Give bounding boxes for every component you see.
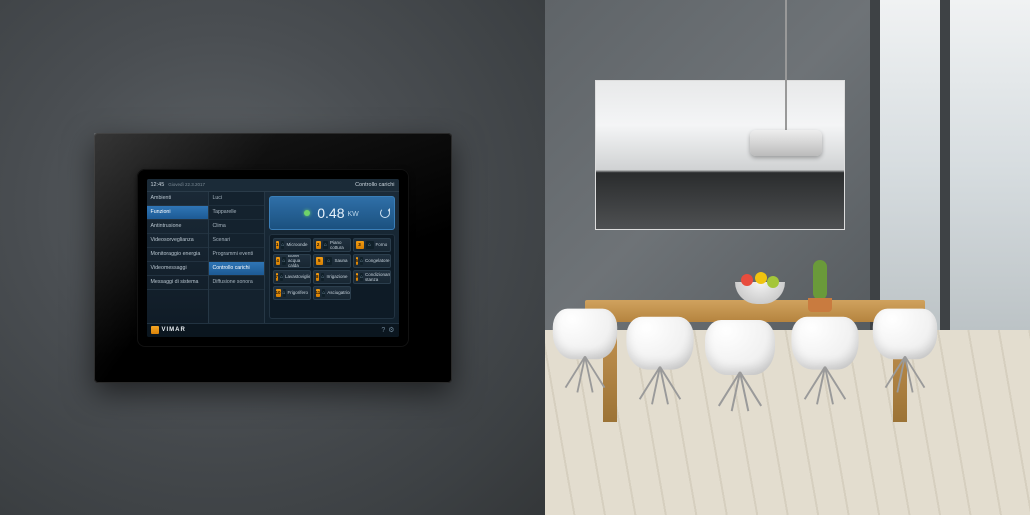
chair [705, 320, 775, 410]
appliance-icon: ⌂ [366, 241, 374, 249]
content-area: 0.48 KW 1⌂Microonde2⌂Piano cottura3⌂Forn… [265, 192, 399, 323]
function-controllo-carichi[interactable]: Controllo carichi [209, 262, 264, 276]
appliance-icon: ⌂ [281, 241, 284, 249]
load-label: Condizionamento stanza [365, 272, 390, 282]
chair [873, 309, 937, 392]
load-item[interactable]: 7⌂Lavastoviglie [273, 270, 311, 284]
load-label: Lavastoviglie [285, 274, 310, 279]
cactus-plant [813, 260, 827, 300]
main-sidebar: Ambienti Funzioni Antintrusione Videosor… [147, 192, 209, 323]
power-unit: KW [347, 211, 358, 218]
sidebar-item-videosorveglianza[interactable]: Videosorveglianza [147, 234, 208, 248]
load-priority-badge: 7 [276, 273, 279, 281]
load-item[interactable]: 2⌂Piano cottura [313, 238, 351, 252]
room-floor [545, 330, 1030, 515]
load-priority-badge: 9 [356, 273, 359, 281]
page-title: Controllo carichi [355, 182, 394, 188]
function-programmi-eventi[interactable]: Programmi eventi [209, 248, 264, 262]
sidebar-item-ambienti[interactable]: Ambienti [147, 192, 208, 206]
load-priority-badge: 8 [316, 273, 319, 281]
load-item[interactable]: 10⌂Frigorifero [273, 286, 311, 300]
load-item[interactable]: 4⌂Boiler acqua calda [273, 254, 311, 268]
load-item[interactable]: 6⌂Congelatore [353, 254, 391, 268]
bottom-bar: VIMAR ? ⚙ [147, 323, 399, 337]
load-priority-badge: 5 [316, 257, 323, 265]
chair [791, 317, 858, 403]
appliance-icon: ⌂ [283, 289, 286, 297]
function-clima[interactable]: Clima [209, 220, 264, 234]
brand-logo-icon [151, 326, 159, 334]
load-priority-badge: 1 [276, 241, 279, 249]
function-luci[interactable]: Luci [209, 192, 264, 206]
load-priority-badge: 3 [356, 241, 364, 249]
top-bar: 12:45 Giovedì 22.3.2017 Controllo carich… [147, 179, 399, 192]
settings-icon[interactable]: ⚙ [388, 326, 394, 334]
load-priority-badge: 2 [316, 241, 321, 249]
appliance-icon: ⌂ [280, 273, 283, 281]
brand-name: VIMAR [162, 327, 186, 333]
room-window [870, 0, 1030, 330]
clock-time: 12:45 [151, 182, 165, 188]
load-priority-badge: 6 [356, 257, 359, 265]
load-item[interactable]: 3⌂Forno [353, 238, 391, 252]
load-label: Microonde [286, 242, 307, 247]
power-consumption-card[interactable]: 0.48 KW [269, 196, 395, 230]
appliance-icon: ⌂ [325, 257, 332, 265]
load-label: Asciugatrice [327, 290, 350, 295]
clock-date: Giovedì 22.3.2017 [168, 182, 205, 187]
load-label: Piano cottura [330, 240, 347, 250]
appliance-icon: ⌂ [360, 257, 363, 265]
appliance-icon: ⌂ [323, 241, 328, 249]
pendant-lamp [785, 0, 787, 130]
status-indicator-icon [304, 210, 310, 216]
sidebar-item-monitoraggio-energia[interactable]: Monitoraggio energia [147, 248, 208, 262]
load-label: Forno [376, 242, 388, 247]
load-item[interactable]: 1⌂Microonde [273, 238, 311, 252]
load-item[interactable]: 9⌂Condizionamento stanza [353, 270, 391, 284]
room-scene [545, 0, 1030, 515]
load-label: Congelatore [365, 258, 390, 263]
load-priority-badge: 11 [316, 289, 321, 297]
functions-list: Luci Tapparelle Clima Scenari Programmi … [209, 192, 265, 323]
chair [553, 309, 617, 392]
load-item[interactable]: 11⌂Asciugatrice [313, 286, 351, 300]
wall-background: 12:45 Giovedì 22.3.2017 Controllo carich… [0, 0, 545, 515]
appliance-icon: ⌂ [282, 257, 286, 265]
load-label: Boiler acqua calda [288, 254, 308, 268]
function-tapparelle[interactable]: Tapparelle [209, 206, 264, 220]
load-label: Frigorifero [288, 290, 309, 295]
sidebar-item-antintrusione[interactable]: Antintrusione [147, 220, 208, 234]
load-item[interactable]: 5⌂Sauna [313, 254, 351, 268]
screen-bezel: 12:45 Giovedì 22.3.2017 Controllo carich… [137, 169, 409, 347]
appliance-icon: ⌂ [360, 273, 363, 281]
load-priority-badge: 4 [276, 257, 280, 265]
function-scenari[interactable]: Scenari [209, 234, 264, 248]
sidebar-item-videomessaggi[interactable]: Videomessaggi [147, 262, 208, 276]
refresh-icon[interactable] [380, 208, 390, 218]
help-icon[interactable]: ? [381, 327, 385, 334]
sidebar-item-messaggi-sistema[interactable]: Messaggi di sistema [147, 276, 208, 290]
load-priority-badge: 10 [276, 289, 281, 297]
chair [626, 317, 693, 403]
load-label: Sauna [334, 258, 347, 263]
loads-grid: 1⌂Microonde2⌂Piano cottura3⌂Forno4⌂Boile… [269, 234, 395, 319]
screen: 12:45 Giovedì 22.3.2017 Controllo carich… [147, 179, 399, 337]
power-value: 0.48 [317, 205, 344, 221]
function-diffusione-sonora[interactable]: Diffusione sonora [209, 276, 264, 290]
sidebar-item-funzioni[interactable]: Funzioni [147, 206, 208, 220]
load-item[interactable]: 8⌂Irrigazione [313, 270, 351, 284]
touch-panel-frame: 12:45 Giovedì 22.3.2017 Controllo carich… [94, 133, 452, 383]
appliance-icon: ⌂ [322, 289, 325, 297]
appliance-icon: ⌂ [321, 273, 324, 281]
load-label: Irrigazione [326, 274, 347, 279]
